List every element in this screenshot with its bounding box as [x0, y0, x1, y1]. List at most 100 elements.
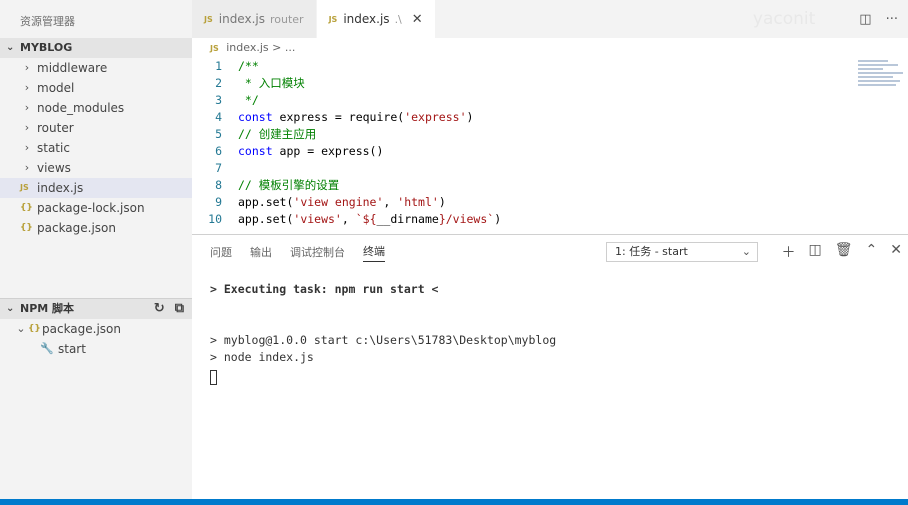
line-number: 7	[215, 161, 222, 175]
line-number: 10	[208, 212, 222, 226]
chevron-right-icon: ›	[24, 161, 30, 174]
panel-tab[interactable]: 终端	[363, 243, 385, 262]
tab-router-index[interactable]: JS index.js router	[192, 0, 317, 38]
code-token: // 模板引擎的设置	[238, 178, 340, 192]
maximize-panel-icon[interactable]: ⌃	[866, 242, 878, 262]
code-token: * 入口模块	[238, 76, 305, 90]
terminal-prompt[interactable]	[210, 366, 908, 385]
bottom-panel: 问题 输出 调试控制台 终端 1: 任务 - start ⌄ ＋ ◫ 🗑 ⌃ ✕ > …	[192, 234, 908, 499]
tree-item-label: router	[37, 121, 74, 135]
tree-item-label: model	[37, 81, 75, 95]
code-line: 7	[192, 160, 908, 177]
js-file-icon: JS	[328, 14, 338, 24]
terminal-line: > myblog@1.0.0 start c:\Users\51783\Desk…	[210, 333, 557, 347]
code-line: 4 const express = require('express')	[192, 109, 908, 126]
js-file-icon: JS	[210, 44, 219, 53]
tree-item-label: static	[37, 141, 70, 155]
terminal[interactable]: > Executing task: npm run start < > myblo…	[192, 281, 908, 385]
code-token: app = express()	[272, 144, 384, 158]
tree-item[interactable]: › middleware	[0, 58, 192, 78]
tree-item[interactable]: › static	[0, 138, 192, 158]
project-name: MYBLOG	[20, 41, 73, 54]
code-editor[interactable]: 1/** 2 * 入口模块 3 */4 const express = require…	[192, 58, 908, 234]
tree-item-label: node_modules	[37, 101, 125, 115]
npm-scripts-header[interactable]: ⌄ NPM 脚本 ↻ ⧉	[0, 299, 192, 319]
npm-file-label: package.json	[42, 322, 122, 336]
npm-script-label: start	[58, 342, 86, 356]
tree-item[interactable]: JS index.js	[0, 178, 192, 198]
breadcrumb-file[interactable]: index.js	[226, 41, 268, 54]
status-bar	[0, 499, 908, 505]
watermark: yaconit	[752, 9, 816, 29]
code-token: ,	[341, 212, 356, 226]
project-header[interactable]: ⌄ MYBLOG	[0, 38, 192, 58]
split-terminal-icon[interactable]: ◫	[809, 242, 822, 262]
panel-tab[interactable]: 输出	[250, 244, 272, 260]
tab-label: index.js	[343, 12, 390, 26]
code-token: 'view engine'	[293, 195, 384, 209]
split-editor-icon[interactable]: ◫	[859, 12, 871, 27]
tab-actions: yaconit ◫ ···	[753, 0, 908, 38]
line-number: 5	[215, 127, 222, 141]
code-token: app.set(	[238, 195, 294, 209]
tree-item-label: package.json	[37, 221, 117, 235]
editor-tabs: JS index.js router JS index.js .\ ✕ yaco…	[192, 0, 908, 38]
terminal-select-value: 1: 任务 - start	[615, 245, 688, 258]
chevron-right-icon: ›	[24, 101, 30, 114]
json-file-icon: {}	[20, 223, 33, 233]
more-actions-icon[interactable]: ···	[886, 12, 898, 27]
code-token: */	[238, 93, 259, 107]
tree-item-label: package-lock.json	[37, 201, 145, 215]
json-file-icon: {}	[28, 324, 41, 334]
code-token: /**	[238, 59, 259, 73]
terminal-line: > node index.js	[210, 350, 314, 364]
breadcrumb-rest[interactable]: > ...	[272, 41, 295, 54]
npm-package-json[interactable]: ⌄ {} package.json	[0, 319, 192, 339]
panel-tab[interactable]: 调试控制台	[290, 244, 345, 260]
code-token: 'html'	[397, 195, 439, 209]
tree-item-label: middleware	[37, 61, 108, 75]
chevron-right-icon: ›	[24, 121, 30, 134]
code-token: }/views`	[438, 212, 495, 226]
close-icon[interactable]: ✕	[412, 12, 423, 27]
close-panel-icon[interactable]: ✕	[890, 242, 902, 262]
tree-item[interactable]: › router	[0, 118, 192, 138]
minimap[interactable]	[858, 58, 908, 98]
line-number: 1	[215, 59, 222, 73]
code-line: 3 */	[192, 92, 908, 109]
tree-item[interactable]: › views	[0, 158, 192, 178]
tree-item[interactable]: › model	[0, 78, 192, 98]
npm-scripts-title: NPM 脚本	[20, 302, 75, 315]
collapse-all-icon[interactable]: ⧉	[175, 299, 184, 319]
chevron-down-icon: ⌄	[741, 245, 751, 258]
tab-root-index[interactable]: JS index.js .\ ✕	[316, 0, 436, 38]
add-terminal-icon[interactable]: ＋	[782, 242, 796, 262]
code-token: const	[238, 110, 273, 124]
npm-scripts-section: ⌄ NPM 脚本 ↻ ⧉ ⌄ {} package.json 🔧 start	[0, 298, 192, 359]
code-lines: 1/** 2 * 入口模块 3 */4 const express = require…	[192, 58, 908, 228]
panel-actions: ＋ ◫ 🗑 ⌃ ✕	[782, 242, 902, 262]
code-line: 1 /**	[192, 58, 908, 75]
npm-script-start[interactable]: 🔧 start	[0, 339, 192, 359]
chevron-right-icon: ›	[24, 81, 30, 94]
code-token: // 创建主应用	[238, 127, 317, 141]
trash-icon[interactable]: 🗑	[835, 242, 853, 262]
breadcrumb: JS index.js > ...	[192, 38, 908, 58]
tree-item[interactable]: {} package-lock.json	[0, 198, 192, 218]
code-token: )	[466, 110, 474, 124]
chevron-down-icon: ⌄	[16, 322, 26, 335]
wrench-icon: 🔧	[40, 342, 54, 355]
refresh-icon[interactable]: ↻	[154, 299, 165, 319]
line-number: 9	[215, 195, 222, 209]
tree-item[interactable]: › node_modules	[0, 98, 192, 118]
code-line: 6 const app = express()	[192, 143, 908, 160]
line-number: 4	[215, 110, 222, 124]
code-token: )	[494, 212, 502, 226]
js-file-icon: JS	[204, 14, 213, 24]
panel-tab[interactable]: 问题	[210, 244, 232, 260]
tree-item[interactable]: {} package.json	[0, 218, 192, 238]
file-tree: › middleware › model › node_modules › router › st…	[0, 58, 192, 238]
terminal-select[interactable]: 1: 任务 - start ⌄	[606, 242, 758, 262]
